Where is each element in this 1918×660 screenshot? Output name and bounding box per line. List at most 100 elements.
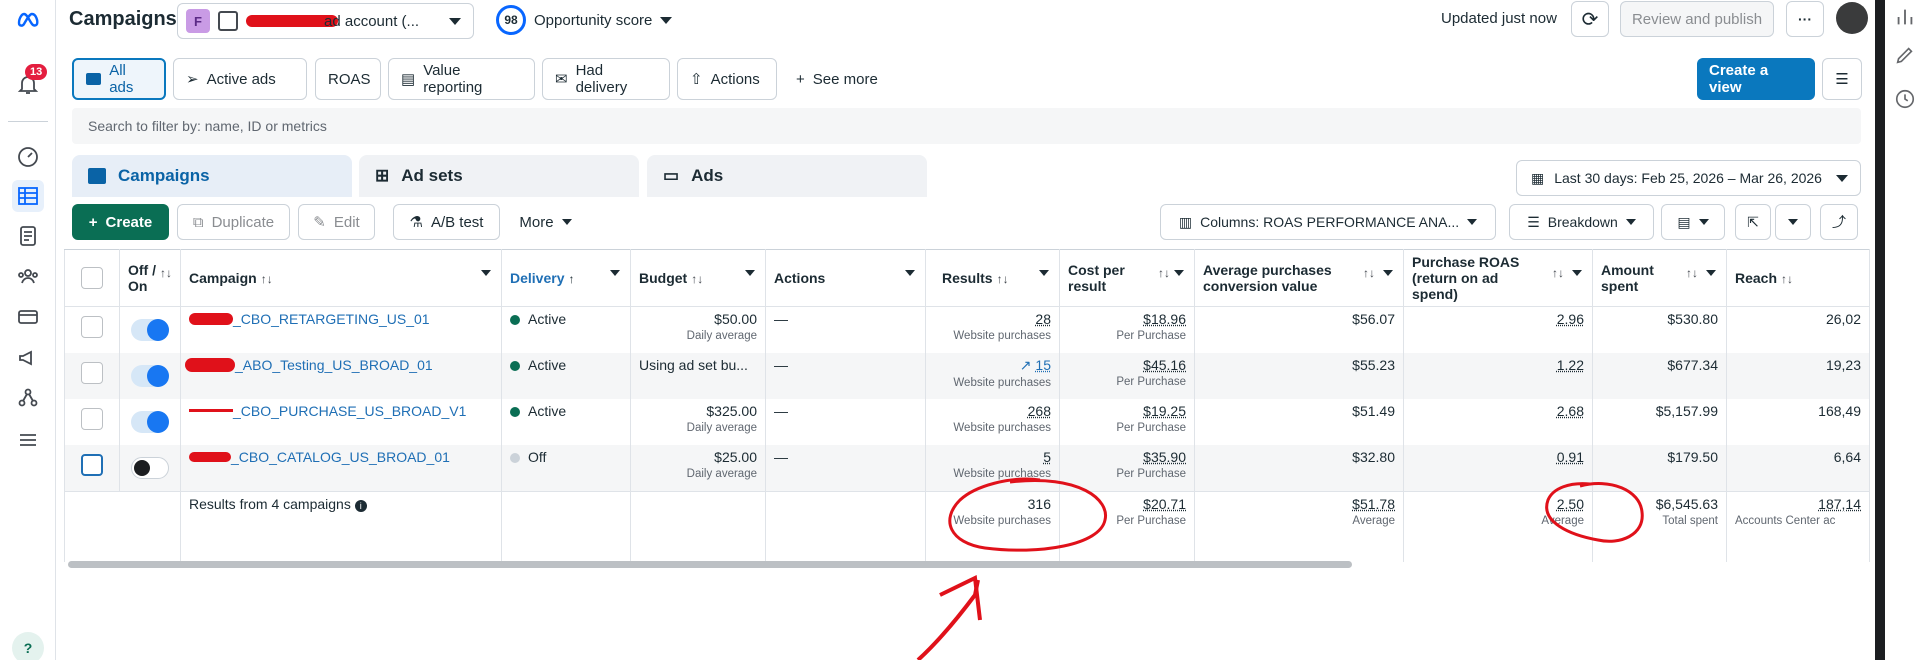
chevron-down-icon[interactable] [1174, 270, 1184, 276]
ab-test-button[interactable]: ⚗ A/B test [393, 204, 500, 240]
campaign-cell[interactable]: _CBO_RETARGETING_US_01 [181, 307, 502, 354]
refresh-button[interactable]: ⟳ [1571, 1, 1609, 37]
chevron-down-icon[interactable] [1572, 270, 1582, 276]
roas-value[interactable]: 2.68 [1557, 403, 1584, 419]
roas-value[interactable]: 1.22 [1557, 357, 1584, 373]
view-had-delivery[interactable]: ✉ Had delivery [542, 58, 670, 100]
col-avg-purchase-value[interactable]: Average purchases conversion value ↑↓ [1195, 250, 1404, 307]
budget-cell[interactable]: $325.00 Daily average [631, 399, 766, 445]
roas-cell[interactable]: 2.68 [1404, 399, 1593, 445]
chart-toggle-icon[interactable]: ⤴ [1820, 204, 1858, 240]
col-budget[interactable]: Budget ↑↓ [631, 250, 766, 307]
results-value[interactable]: 28 [1035, 311, 1051, 327]
columns-dropdown[interactable]: ▥ Columns: ROAS PERFORMANCE ANA... [1160, 204, 1496, 240]
megaphone-icon[interactable] [12, 342, 44, 374]
roas-value[interactable]: 2.96 [1557, 311, 1584, 327]
export-icon[interactable]: ⇱ [1735, 204, 1771, 240]
events-icon[interactable] [12, 382, 44, 414]
cpr-cell[interactable]: $35.90 Per Purchase [1060, 445, 1195, 492]
on-off-toggle[interactable] [131, 365, 169, 387]
sort-icon[interactable]: ↑↓ [691, 272, 703, 286]
chart-icon[interactable] [1894, 6, 1916, 28]
row-checkbox[interactable] [81, 362, 103, 384]
breakdown-dropdown[interactable]: ☰ Breakdown [1509, 204, 1654, 240]
on-off-toggle[interactable] [131, 457, 169, 479]
campaign-name-link[interactable]: _CBO_PURCHASE_US_BROAD_V1 [233, 403, 466, 419]
chevron-down-icon[interactable] [1706, 270, 1716, 276]
select-all-header[interactable] [65, 250, 120, 307]
col-amount-spent[interactable]: Amount spent ↑↓ [1593, 250, 1727, 307]
cpr-value[interactable]: $35.90 [1143, 449, 1186, 465]
tab-ad-sets[interactable]: ⊞ Ad sets [359, 155, 639, 197]
table-row[interactable]: _CBO_PURCHASE_US_BROAD_V1 Active $325.00… [65, 399, 1870, 445]
view-active-ads[interactable]: ➢ Active ads [173, 58, 307, 100]
budget-cell[interactable]: $25.00 Daily average [631, 445, 766, 492]
cpr-value[interactable]: $19.25 [1143, 403, 1186, 419]
budget-cell[interactable]: $50.00 Daily average [631, 307, 766, 354]
sort-icon[interactable]: ↑↓ [997, 272, 1009, 286]
table-icon[interactable] [12, 180, 44, 212]
meta-logo-icon[interactable] [12, 4, 44, 36]
clock-icon[interactable] [1894, 88, 1916, 110]
date-range-picker[interactable]: ▦ Last 30 days: Feb 25, 2026 – Mar 26, 20… [1516, 160, 1861, 196]
duplicate-button[interactable]: ⧉ Duplicate [177, 204, 290, 240]
on-off-toggle[interactable] [131, 319, 169, 341]
reports-dropdown[interactable]: ▤ [1661, 204, 1725, 240]
row-select[interactable] [65, 307, 120, 354]
chevron-down-icon[interactable] [481, 270, 491, 276]
campaign-cell[interactable]: _CBO_PURCHASE_US_BROAD_V1 [181, 399, 502, 445]
review-publish-button[interactable]: Review and publish [1620, 1, 1774, 37]
view-roas[interactable]: ROAS [315, 58, 381, 100]
roas-value[interactable]: 0.91 [1557, 449, 1584, 465]
sort-icon[interactable]: ↑↓ [160, 266, 172, 280]
info-icon[interactable]: i [355, 500, 367, 512]
results-cell[interactable]: 28 Website purchases [926, 307, 1060, 354]
cpr-cell[interactable]: $18.96 Per Purchase [1060, 307, 1195, 354]
chevron-down-icon[interactable] [905, 270, 915, 276]
col-campaign[interactable]: Campaign ↑↓ [181, 250, 502, 307]
col-purchase-roas[interactable]: Purchase ROAS (return on ad spend) ↑↓ [1404, 250, 1593, 307]
summary-apcv[interactable]: $51.78 [1352, 496, 1395, 512]
opportunity-score[interactable]: 98 Opportunity score [496, 5, 672, 35]
help-icon[interactable]: ? [12, 632, 44, 660]
col-actions[interactable]: Actions [766, 250, 926, 307]
more-dropdown[interactable]: More [508, 204, 583, 240]
horizontal-scrollbar[interactable] [68, 561, 1352, 568]
more-options-button[interactable]: ··· [1786, 1, 1824, 37]
results-cell[interactable]: 5 Website purchases [926, 445, 1060, 492]
row-toggle[interactable] [120, 445, 181, 492]
sort-asc-icon[interactable]: ↑ [568, 272, 574, 286]
create-view-button[interactable]: Create a view [1697, 58, 1815, 100]
table-row[interactable]: _ABO_Testing_US_BROAD_01 Active Using ad… [65, 353, 1870, 399]
campaign-cell[interactable]: _CBO_CATALOG_US_BROAD_01 [181, 445, 502, 492]
search-input[interactable]: Search to filter by: name, ID or metrics [72, 108, 1861, 144]
row-select[interactable] [65, 445, 120, 492]
roas-cell[interactable]: 2.96 [1404, 307, 1593, 354]
view-value-reporting[interactable]: ▤ Value reporting [388, 58, 535, 100]
summary-cpr[interactable]: $20.71 [1143, 496, 1186, 512]
on-off-toggle[interactable] [131, 411, 169, 433]
pages-icon[interactable] [12, 220, 44, 252]
campaign-name-link[interactable]: _CBO_CATALOG_US_BROAD_01 [231, 449, 450, 465]
results-cell[interactable]: 268 Website purchases [926, 399, 1060, 445]
row-toggle[interactable] [120, 307, 181, 354]
sort-icon[interactable]: ↑↓ [261, 272, 273, 286]
col-reach[interactable]: Reach ↑↓ [1727, 250, 1870, 307]
row-select[interactable] [65, 353, 120, 399]
col-offon[interactable]: Off / On ↑↓ [120, 250, 181, 307]
dashboard-icon[interactable] [12, 141, 44, 173]
row-select[interactable] [65, 399, 120, 445]
select-all-checkbox[interactable] [81, 267, 103, 289]
account-selector[interactable]: F ad account (... [177, 3, 474, 39]
tab-ads[interactable]: ▭ Ads [647, 155, 927, 197]
cpr-value[interactable]: $45.16 [1143, 357, 1186, 373]
sort-icon[interactable]: ↑↓ [1158, 266, 1170, 280]
results-value[interactable]: 15 [1035, 357, 1051, 373]
results-cell[interactable]: ↗ 15 Website purchases [926, 353, 1060, 399]
chevron-down-icon[interactable] [745, 270, 755, 276]
tab-campaigns[interactable]: Campaigns [72, 155, 352, 197]
view-all-ads[interactable]: All ads [72, 58, 166, 100]
sort-icon[interactable]: ↑↓ [1552, 266, 1564, 280]
view-actions[interactable]: ⇧ Actions [677, 58, 777, 100]
avatar[interactable] [1836, 2, 1868, 34]
